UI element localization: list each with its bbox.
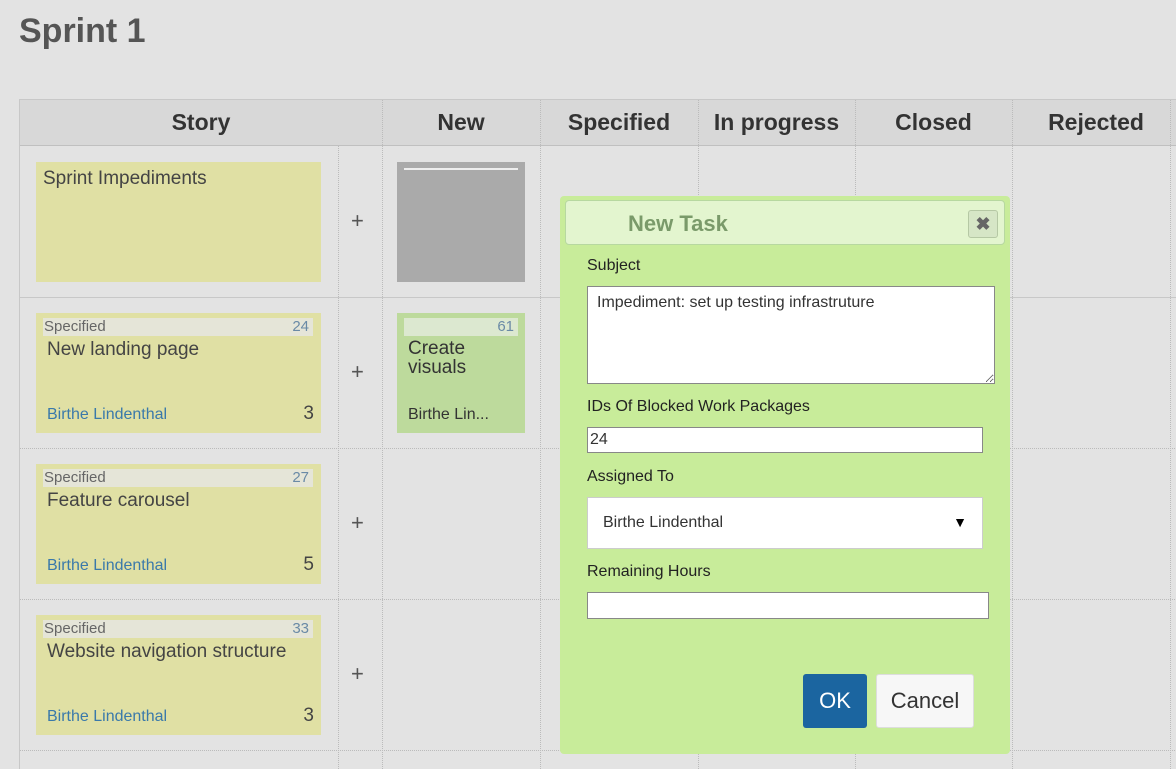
card-bar xyxy=(404,168,518,170)
story-name: Sprint Impediments xyxy=(43,168,207,189)
divider xyxy=(1170,100,1171,769)
divider xyxy=(382,100,383,769)
assigned-to-select[interactable]: Birthe Lindenthal ▼ xyxy=(587,497,983,549)
divider xyxy=(540,100,541,769)
cancel-button[interactable]: Cancel xyxy=(876,674,974,728)
subject-textarea[interactable]: Impediment: set up testing infrastruture xyxy=(587,286,995,384)
blocked-ids-label: IDs Of Blocked Work Packages xyxy=(587,398,810,415)
divider xyxy=(338,146,339,769)
ok-button[interactable]: OK xyxy=(803,674,867,728)
story-status: Specified 33 xyxy=(43,620,313,638)
story-points: 3 xyxy=(303,705,314,726)
subject-label: Subject xyxy=(587,257,641,274)
add-task-button[interactable]: + xyxy=(351,359,364,385)
remaining-hours-input[interactable] xyxy=(587,592,989,619)
story-name: New landing page xyxy=(47,339,200,360)
add-task-button[interactable]: + xyxy=(351,208,364,234)
story-id[interactable]: 33 xyxy=(292,620,309,637)
column-header-closed: Closed xyxy=(855,100,1012,146)
column-header-specified: Specified xyxy=(540,100,698,146)
assigned-to-label: Assigned To xyxy=(587,468,674,485)
dialog-title: New Task xyxy=(628,211,728,236)
story-assignee[interactable]: Birthe Lindenthal xyxy=(47,406,167,424)
dialog-header: New Task ✖ xyxy=(565,200,1005,245)
story-card[interactable]: Specified 33 Website navigation structure… xyxy=(36,615,321,735)
divider xyxy=(1012,100,1013,769)
status-text: Specified xyxy=(44,469,106,486)
column-header-story: Story xyxy=(20,100,382,146)
story-id[interactable]: 24 xyxy=(292,318,309,335)
add-task-button[interactable]: + xyxy=(351,661,364,687)
column-header-new: New xyxy=(382,100,540,146)
story-assignee[interactable]: Birthe Lindenthal xyxy=(47,708,167,726)
page-title: Sprint 1 xyxy=(19,12,146,50)
story-card[interactable]: Specified 24 New landing page Birthe Lind… xyxy=(36,313,321,433)
impediment-task-card[interactable] xyxy=(397,162,525,282)
story-status: Specified 24 xyxy=(43,318,313,336)
story-id[interactable]: 27 xyxy=(292,469,309,486)
story-name: Website navigation structure xyxy=(47,641,287,662)
story-card[interactable]: Specified 27 Feature carousel Birthe Lind… xyxy=(36,464,321,584)
task-name: Create visuals xyxy=(408,338,467,378)
story-status: Specified 27 xyxy=(43,469,313,487)
task-assignee: Birthe Lin... xyxy=(408,406,489,423)
task-card[interactable]: 61 Create visuals Birthe Lin... xyxy=(397,313,525,433)
story-name: Feature carousel xyxy=(47,490,190,511)
task-id[interactable]: 61 xyxy=(404,318,518,336)
chevron-down-icon: ▼ xyxy=(953,514,967,530)
column-header-rejected: Rejected xyxy=(1012,100,1176,146)
blocked-ids-input[interactable] xyxy=(587,427,983,453)
add-task-button[interactable]: + xyxy=(351,510,364,536)
status-text: Specified xyxy=(44,318,106,335)
assigned-to-value: Birthe Lindenthal xyxy=(603,514,724,531)
new-task-dialog: New Task ✖ Subject Impediment: set up te… xyxy=(560,196,1010,754)
story-card[interactable]: Sprint Impediments xyxy=(36,162,321,282)
story-points: 3 xyxy=(303,403,314,424)
story-assignee[interactable]: Birthe Lindenthal xyxy=(47,557,167,575)
column-header-in-progress: In progress xyxy=(698,100,855,146)
story-points: 5 xyxy=(303,554,314,575)
remaining-hours-label: Remaining Hours xyxy=(587,563,711,580)
close-icon[interactable]: ✖ xyxy=(968,210,998,238)
status-text: Specified xyxy=(44,620,106,637)
